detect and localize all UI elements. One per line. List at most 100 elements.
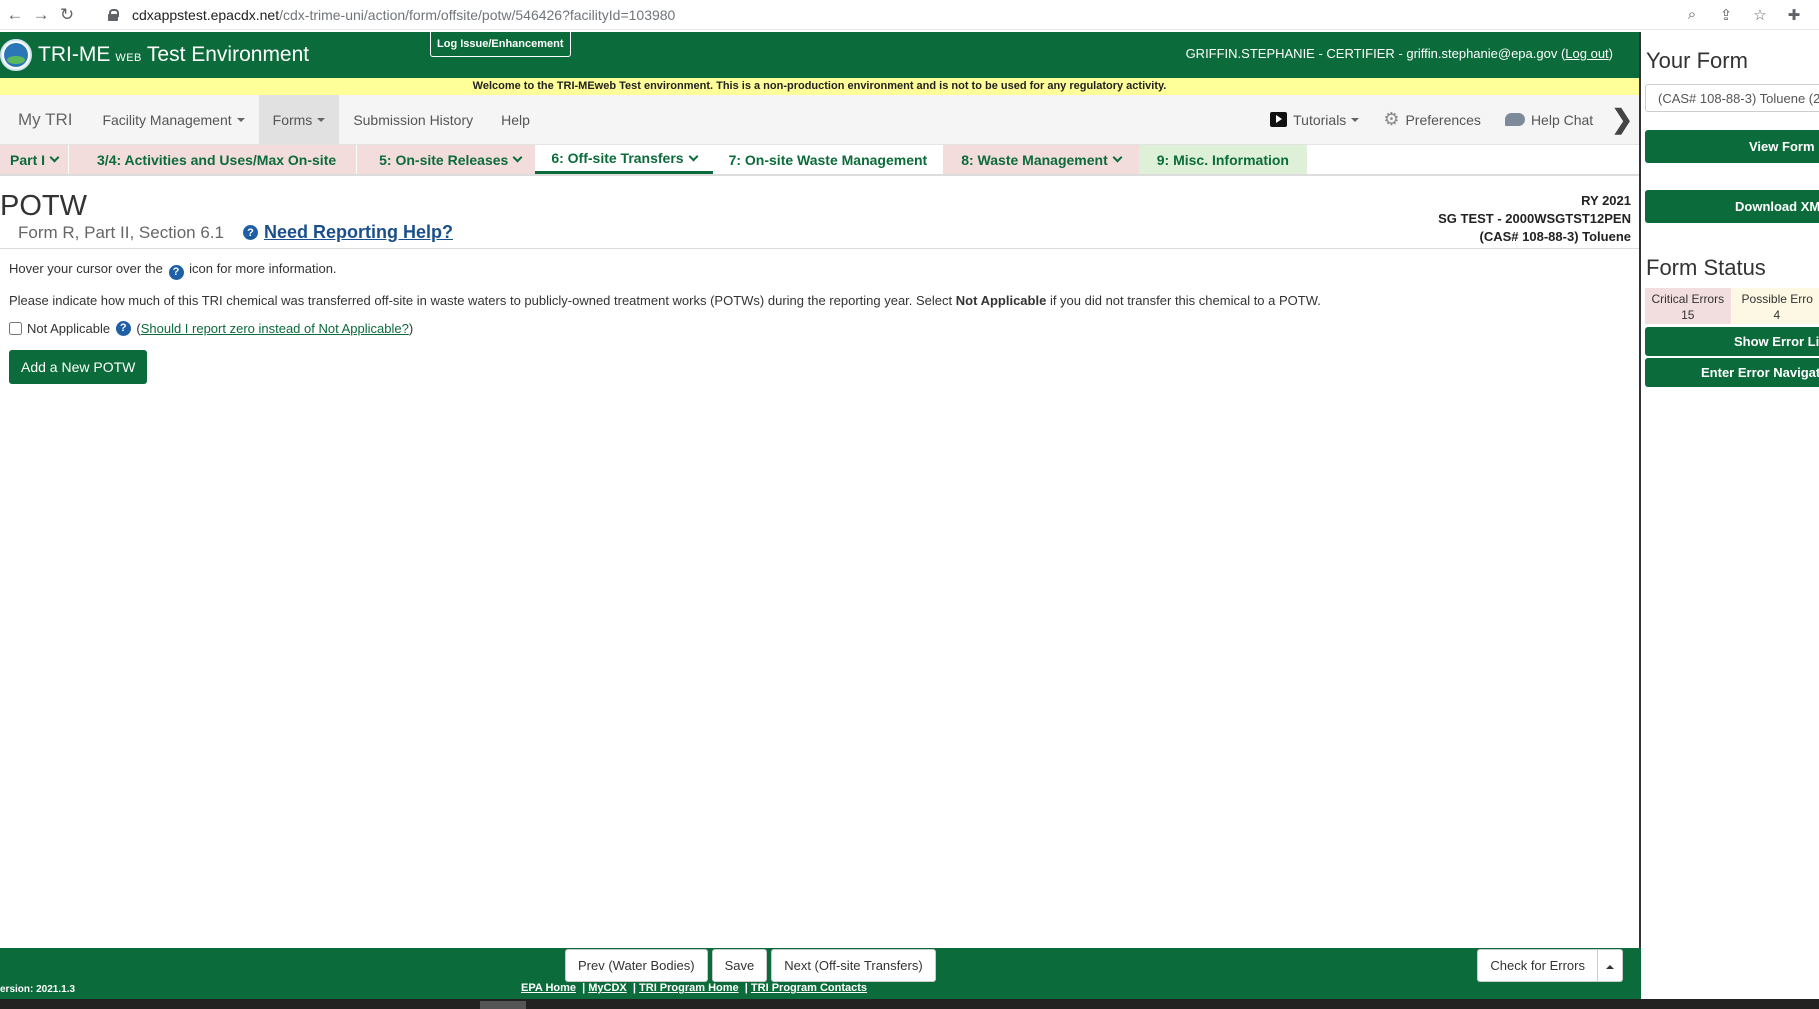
critical-errors-count: 15 (1681, 308, 1695, 322)
nav-tutorials-label: Tutorials (1293, 111, 1347, 128)
view-form-button[interactable]: View Form (1645, 130, 1819, 163)
report-zero-link[interactable]: Should I report zero instead of Not Appl… (141, 321, 409, 336)
back-arrow-icon[interactable]: ← (2, 2, 28, 28)
version-text: ersion: 2021.1.3 (0, 984, 76, 995)
address-bar[interactable]: cdxappstest.epacdx.net/cdx-trime-uni/act… (108, 3, 1681, 27)
need-reporting-help-link[interactable]: ? Need Reporting Help? (243, 222, 453, 243)
user-close-paren: ) (1608, 46, 1613, 61)
instr-bold: Not Applicable (955, 292, 1047, 308)
log-issue-button[interactable]: Log Issue/Enhancement (430, 32, 571, 57)
form-sidebar: Your Form (CAS# 108-88-3) Toluene (20 Vi… (1643, 32, 1819, 999)
nav-submission-history[interactable]: Submission History (339, 95, 487, 144)
nav-forms[interactable]: Forms (258, 95, 340, 144)
gear-icon: ⚙ (1383, 109, 1400, 129)
logout-link[interactable]: Log out (1565, 46, 1608, 61)
zoom-icon[interactable]: ⌕ (1681, 4, 1703, 26)
star-icon[interactable]: ☆ (1749, 4, 1771, 26)
caret-up-icon (1606, 964, 1614, 969)
prev-button[interactable]: Prev (Water Bodies) (565, 949, 708, 982)
instr-pre: Please indicate how much of this TRI che… (9, 292, 953, 308)
form-select[interactable]: (CAS# 108-88-3) Toluene (20 (1645, 84, 1819, 112)
form-section-tabs: Part I 3/4: Activities and Uses/Max On-s… (0, 145, 1639, 176)
epa-logo[interactable] (0, 39, 32, 71)
caret-down-icon (1351, 117, 1360, 122)
form-status-heading: Form Status (1646, 255, 1766, 280)
not-applicable-checkbox[interactable] (9, 321, 22, 335)
user-text: GRIFFIN.STEPHANIE - CERTIFIER - griffin.… (1185, 46, 1566, 61)
taskbar-strip (0, 999, 1819, 1009)
caret-down-icon (317, 117, 326, 122)
chevron-down-icon (1112, 152, 1123, 163)
tab-label: 9: Misc. Information (1156, 151, 1289, 168)
nav-facility-label: Facility Management (102, 111, 232, 128)
tab-onsite-releases[interactable]: 5: On-site Releases (357, 145, 536, 174)
save-button[interactable]: Save (711, 949, 768, 982)
title-main: TRI-ME (38, 43, 111, 66)
possible-errors-label: Possible Erro (1741, 292, 1813, 306)
nav-chat-label: Help Chat (1530, 111, 1594, 128)
tri-program-contacts-link[interactable]: TRI Program Contacts (751, 982, 867, 994)
instruction-text: Please indicate how much of this TRI che… (9, 293, 1630, 308)
title-web: WEB (115, 52, 142, 64)
footer-links: EPA Home | MyCDX | TRI Program Home | TR… (521, 982, 868, 994)
nav-preferences[interactable]: ⚙ Preferences (1371, 95, 1493, 144)
nav-help[interactable]: Help (487, 95, 544, 144)
scroll-thumb[interactable] (480, 1001, 526, 1009)
nav-facility-management[interactable]: Facility Management (88, 95, 258, 144)
chevron-right-icon[interactable]: ❯ (1605, 104, 1639, 135)
tab-label: 6: Off-site Transfers (551, 150, 684, 166)
lock-icon (108, 8, 119, 21)
tab-offsite-transfers[interactable]: 6: Off-site Transfers (535, 145, 713, 174)
critical-errors-label: Critical Errors (1651, 292, 1725, 306)
extensions-icon[interactable]: ✚ (1783, 4, 1805, 26)
nav-tutorials[interactable]: Tutorials (1258, 95, 1371, 144)
caret-down-icon (236, 117, 245, 122)
error-counts: Critical Errors 15 Possible Erro 4 (1645, 288, 1819, 324)
tab-label: Part I (10, 151, 46, 168)
epa-home-link[interactable]: EPA Home (521, 982, 576, 994)
video-icon (1270, 112, 1288, 127)
check-errors-dropdown[interactable] (1598, 949, 1623, 982)
mycdx-link[interactable]: MyCDX (588, 982, 627, 994)
hover-pre: Hover your cursor over the (9, 261, 163, 276)
user-info: GRIFFIN.STEPHANIE - CERTIFIER - griffin.… (1186, 46, 1613, 61)
help-link-label: Need Reporting Help? (264, 222, 454, 242)
download-xml-button[interactable]: Download XML (1645, 190, 1819, 223)
chat-icon (1504, 113, 1525, 126)
nav-preferences-label: Preferences (1405, 111, 1481, 128)
hover-instruction: Hover your cursor over the ? icon for mo… (9, 261, 1630, 280)
tri-program-home-link[interactable]: TRI Program Home (639, 982, 739, 994)
forward-arrow-icon[interactable]: → (28, 2, 54, 28)
reload-icon[interactable]: ↻ (54, 2, 80, 28)
check-errors-button[interactable]: Check for Errors (1477, 949, 1598, 982)
footer-bar: Prev (Water Bodies) Save Next (Off-site … (0, 948, 1641, 999)
next-button[interactable]: Next (Off-site Transfers) (771, 949, 936, 982)
reporting-year: RY 2021 (1581, 193, 1631, 208)
title-env: Test Environment (146, 43, 310, 66)
nav-help-chat[interactable]: Help Chat (1493, 95, 1605, 144)
facility-name: SG TEST - 2000WSGTST12PEN (1438, 211, 1631, 226)
show-error-list-button[interactable]: Show Error List (1645, 327, 1819, 356)
add-new-potw-button[interactable]: Add a New POTW (9, 349, 148, 384)
your-form-heading: Your Form (1646, 48, 1748, 73)
share-icon[interactable]: ⇪ (1715, 4, 1737, 26)
tab-waste-management[interactable]: 8: Waste Management (943, 145, 1139, 174)
tab-activities-uses[interactable]: 3/4: Activities and Uses/Max On-site (69, 145, 357, 174)
hover-post: icon for more information. (189, 261, 337, 276)
url-path: /cdx-trime-uni/action/form/offsite/potw/… (279, 6, 676, 23)
not-applicable-label: Not Applicable (27, 320, 111, 336)
question-icon[interactable]: ? (115, 320, 131, 336)
app-title: TRI-ME WEB Test Environment (38, 43, 309, 67)
possible-errors-count: 4 (1773, 308, 1781, 322)
nav-my-tri[interactable]: My TRI (0, 95, 88, 144)
not-applicable-row: Not Applicable ? (Should I report zero i… (9, 320, 1630, 336)
chevron-down-icon (512, 152, 523, 163)
tab-onsite-waste-management[interactable]: 7: On-site Waste Management (712, 145, 944, 174)
nav-forms-label: Forms (272, 111, 313, 128)
tab-part-1[interactable]: Part I (0, 145, 69, 174)
tab-misc-information[interactable]: 9: Misc. Information (1138, 145, 1307, 174)
enter-error-navigation-button[interactable]: Enter Error Navigation (1645, 358, 1819, 387)
form-identity: RY 2021 SG TEST - 2000WSGTST12PEN (CAS# … (1438, 192, 1631, 246)
url-host: cdxappstest.epacdx.net (132, 6, 280, 23)
page-header: POTW Form R, Part II, Section 6.1 ? Need … (0, 176, 1639, 249)
